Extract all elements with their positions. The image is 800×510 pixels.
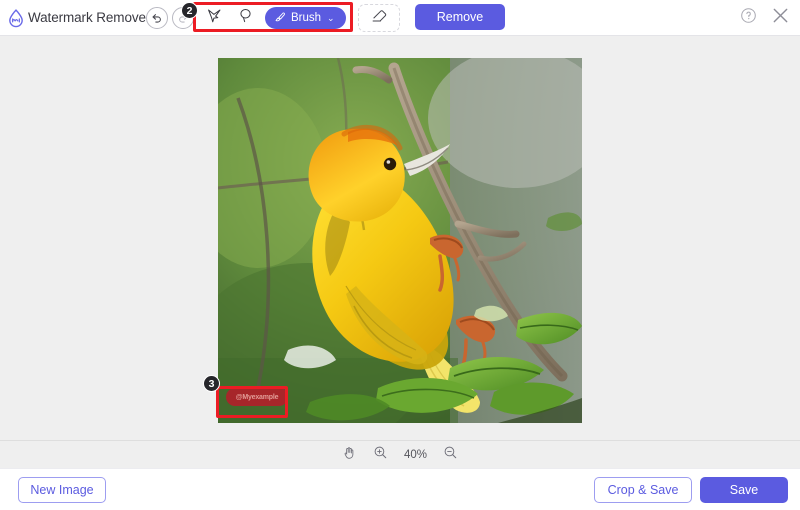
save-button[interactable]: Save: [700, 477, 788, 503]
water-drop-logo-icon: [6, 8, 26, 28]
undo-arrow-icon: [151, 12, 163, 24]
close-x-icon[interactable]: [771, 6, 790, 30]
watermark-overlay: @Myexample: [226, 388, 288, 406]
zoom-toolbar: 40%: [0, 440, 800, 468]
new-image-button[interactable]: New Image: [18, 477, 106, 503]
brush-icon: [274, 11, 286, 26]
chevron-down-icon: ⌄: [327, 13, 335, 24]
eraser-tool-button[interactable]: [358, 4, 400, 32]
hand-pan-icon[interactable]: [342, 445, 357, 465]
freehand-lasso-icon: [237, 7, 254, 29]
freehand-lasso-tool[interactable]: [231, 5, 259, 31]
header-right-actions: [740, 0, 790, 36]
zoom-in-icon[interactable]: [373, 445, 388, 465]
undo-button[interactable]: [146, 7, 168, 29]
editor-canvas[interactable]: @Myexample: [0, 36, 800, 440]
eraser-icon: [370, 6, 389, 30]
zoom-out-icon[interactable]: [443, 445, 458, 465]
app-header: Watermark Remover: [0, 0, 800, 36]
photo-image[interactable]: @Myexample: [218, 58, 582, 423]
polygon-lasso-icon: [206, 7, 223, 29]
brush-tool-label: Brush: [291, 12, 321, 24]
annotation-badge-2: 2: [181, 2, 198, 19]
selection-tool-group: Brush ⌄: [196, 3, 350, 33]
brush-tool-button[interactable]: Brush ⌄: [265, 7, 346, 29]
footer-bar: New Image Crop & Save Save: [0, 468, 800, 510]
help-circle-icon[interactable]: [740, 7, 757, 29]
app-window: Watermark Remover: [0, 0, 800, 510]
app-title: Watermark Remover: [28, 10, 150, 25]
brand: Watermark Remover: [0, 8, 150, 28]
zoom-level-label: 40%: [404, 449, 427, 461]
remove-button[interactable]: Remove: [415, 4, 505, 30]
polygon-lasso-tool[interactable]: [200, 5, 228, 31]
crop-and-save-button[interactable]: Crop & Save: [594, 477, 692, 503]
annotation-badge-3: 3: [203, 375, 220, 392]
